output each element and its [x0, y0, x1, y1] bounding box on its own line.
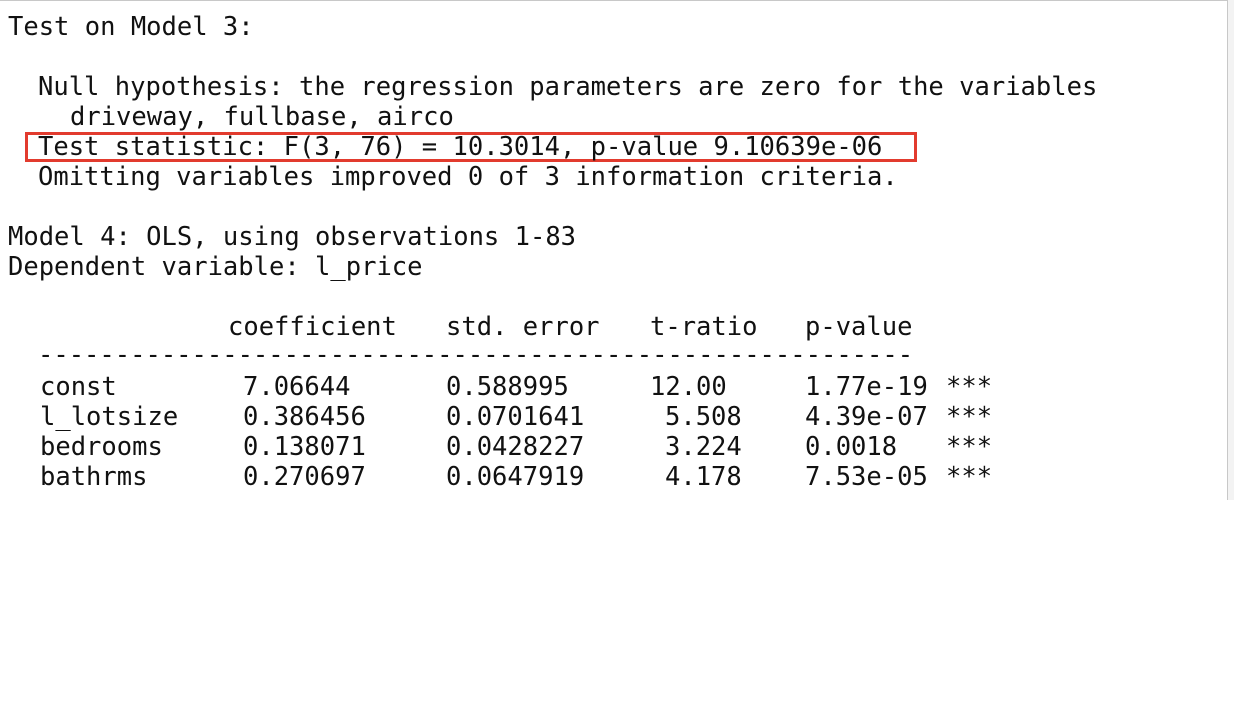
- null-hypothesis-line-1: Null hypothesis: the regression paramete…: [38, 72, 1098, 102]
- table-row: const 7.06644 0.588995 12.00 1.77e-19 **…: [0, 372, 1220, 402]
- header-t-ratio: t-ratio: [650, 312, 758, 342]
- row-name: l_lotsize: [40, 402, 179, 432]
- header-p-value: p-value: [805, 312, 913, 342]
- header-std-error: std. error: [446, 312, 600, 342]
- model-heading: Model 4: OLS, using observations 1-83: [8, 222, 577, 252]
- omitting-variables-note: Omitting variables improved 0 of 3 infor…: [38, 162, 898, 192]
- row-t-ratio: 3.224: [665, 432, 742, 462]
- row-coefficient: 0.270697: [243, 462, 366, 492]
- table-separator: ----------------------------------------…: [38, 340, 914, 370]
- row-p-value: 1.77e-19: [805, 372, 928, 402]
- row-t-ratio: 5.508: [665, 402, 742, 432]
- header-coefficient: coefficient: [228, 312, 397, 342]
- row-significance-stars: ***: [946, 372, 993, 402]
- row-significance-stars: ***: [946, 402, 993, 432]
- table-header-row: coefficient std. error t-ratio p-value: [0, 312, 1220, 342]
- table-row: l_lotsize 0.386456 0.0701641 5.508 4.39e…: [0, 402, 1220, 432]
- row-t-ratio: 12.00: [650, 372, 727, 402]
- row-coefficient: 7.06644: [243, 372, 351, 402]
- row-name: const: [40, 372, 117, 402]
- test-heading: Test on Model 3:: [8, 12, 254, 42]
- row-std-error: 0.0647919: [446, 462, 585, 492]
- dependent-variable: Dependent variable: l_price: [8, 252, 423, 282]
- row-coefficient: 0.386456: [243, 402, 366, 432]
- row-std-error: 0.0428227: [446, 432, 585, 462]
- test-statistic: Test statistic: F(3, 76) = 10.3014, p-va…: [38, 132, 883, 162]
- row-significance-stars: ***: [946, 432, 993, 462]
- row-name: bathrms: [40, 462, 148, 492]
- row-p-value: 0.0018: [805, 432, 898, 462]
- table-row: bathrms 0.270697 0.0647919 4.178 7.53e-0…: [0, 462, 1220, 492]
- row-std-error: 0.588995: [446, 372, 569, 402]
- row-name: bedrooms: [40, 432, 163, 462]
- row-coefficient: 0.138071: [243, 432, 366, 462]
- row-t-ratio: 4.178: [665, 462, 742, 492]
- row-significance-stars: ***: [946, 462, 993, 492]
- table-row: bedrooms 0.138071 0.0428227 3.224 0.0018…: [0, 432, 1220, 462]
- null-hypothesis-line-2: driveway, fullbase, airco: [70, 102, 454, 132]
- output-window: Test on Model 3: Null hypothesis: the re…: [0, 0, 1228, 500]
- scroll-gutter[interactable]: [1228, 0, 1234, 500]
- row-p-value: 4.39e-07: [805, 402, 928, 432]
- row-std-error: 0.0701641: [446, 402, 585, 432]
- row-p-value: 7.53e-05: [805, 462, 928, 492]
